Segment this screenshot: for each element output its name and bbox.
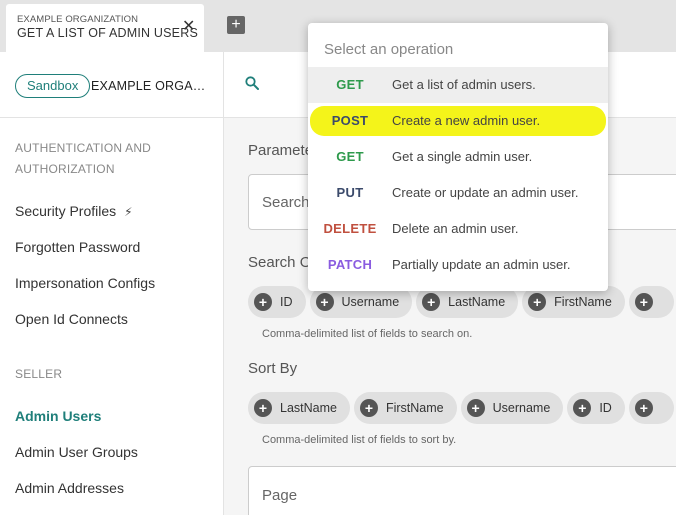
plus-circle-icon: +: [573, 398, 592, 417]
tab-get-admin-users[interactable]: EXAMPLE ORGANIZATION GET A LIST OF ADMIN…: [6, 4, 204, 52]
sort-by-chips: + LastName + FirstName + Username + ID +: [248, 392, 676, 424]
plus-circle-icon: +: [528, 292, 547, 311]
tab-organization: EXAMPLE ORGANIZATION: [17, 14, 139, 25]
chip-search-more[interactable]: +: [628, 286, 674, 318]
operation-option-put-save[interactable]: PUT Create or update an admin user.: [308, 175, 608, 211]
close-icon[interactable]: ✕: [182, 19, 195, 35]
search-on-label: Search O: [248, 254, 312, 271]
plus-circle-icon: +: [254, 398, 272, 417]
search-icon[interactable]: [245, 76, 259, 90]
sort-by-label: Sort By: [248, 360, 298, 377]
operation-description: Get a single admin user.: [392, 149, 533, 164]
operation-option-get-single[interactable]: GET Get a single admin user.: [308, 139, 608, 175]
sidebar-item-admin-users[interactable]: Admin Users: [15, 408, 101, 424]
search-placeholder: Search: [262, 194, 310, 211]
chip-sort-username[interactable]: + Username: [460, 392, 564, 424]
sidebar-item-security-profiles[interactable]: Security Profiles ⚡︎: [15, 203, 133, 219]
method-label: GET: [336, 77, 364, 92]
method-label: PATCH: [327, 257, 373, 272]
method-label: PUT: [336, 185, 364, 200]
plus-circle-icon: +: [359, 398, 378, 417]
plus-circle-icon: +: [254, 292, 272, 311]
tab-title: GET A LIST OF ADMIN USERS: [17, 26, 198, 40]
sidebar-header: Sandbox EXAMPLE ORGANI...: [0, 52, 223, 118]
chip-sort-firstname[interactable]: + FirstName: [353, 392, 457, 424]
operation-description: Create a new admin user.: [392, 113, 541, 128]
operation-dropdown: Select an operation GET Get a list of ad…: [308, 23, 608, 291]
page-input[interactable]: Page: [248, 466, 676, 515]
operation-select-placeholder[interactable]: Select an operation: [324, 41, 453, 58]
chip-sort-more[interactable]: +: [628, 392, 674, 424]
operation-description: Partially update an admin user.: [392, 257, 571, 272]
operation-option-delete[interactable]: DELETE Delete an admin user.: [308, 211, 608, 247]
search-on-hint: Comma-delimited list of fields to search…: [262, 328, 473, 340]
sidebar-item-admin-user-groups[interactable]: Admin User Groups: [15, 444, 138, 460]
add-tab-button[interactable]: +: [227, 16, 245, 34]
sidebar-item-forgotten-password[interactable]: Forgotten Password: [15, 239, 140, 255]
operation-description: Create or update an admin user.: [392, 185, 579, 200]
sort-by-hint: Comma-delimited list of fields to sort b…: [262, 434, 457, 446]
plus-circle-icon: +: [634, 292, 653, 311]
operation-option-patch[interactable]: PATCH Partially update an admin user.: [308, 247, 608, 283]
section-label-auth: AUTHENTICATION AND AUTHORIZATION: [15, 141, 152, 176]
sidebar-item-open-id-connects[interactable]: Open Id Connects: [15, 311, 128, 327]
operation-option-post-create[interactable]: POST Create a new admin user.: [308, 103, 608, 139]
sidebar: Sandbox EXAMPLE ORGANI... AUTHENTICATION…: [0, 52, 224, 515]
operation-description: Get a list of admin users.: [392, 77, 536, 92]
sidebar-organization[interactable]: EXAMPLE ORGANI...: [91, 79, 213, 93]
plus-circle-icon: +: [466, 398, 485, 417]
method-label: DELETE: [323, 221, 377, 236]
plus-circle-icon: +: [634, 398, 653, 417]
operation-option-get-list[interactable]: GET Get a list of admin users.: [308, 67, 608, 103]
plus-circle-icon: +: [422, 292, 441, 311]
parameters-label: Paramete: [248, 142, 314, 159]
sidebar-item-impersonation-configs[interactable]: Impersonation Configs: [15, 275, 155, 291]
sidebar-item-admin-addresses[interactable]: Admin Addresses: [15, 480, 124, 496]
method-label: GET: [336, 149, 364, 164]
page-placeholder: Page: [262, 487, 298, 504]
section-label-seller: SELLER: [15, 367, 63, 381]
plus-circle-icon: +: [315, 292, 334, 311]
chip-sort-lastname[interactable]: + LastName: [248, 392, 350, 424]
chip-search-id[interactable]: + ID: [248, 286, 306, 318]
environment-badge[interactable]: Sandbox: [15, 74, 91, 98]
operation-description: Delete an admin user.: [392, 221, 519, 236]
method-label: POST: [331, 113, 369, 128]
sidebar-item-label: Security Profiles: [15, 203, 117, 219]
lightning-icon: ⚡︎: [124, 205, 133, 219]
chip-sort-id[interactable]: + ID: [567, 392, 625, 424]
